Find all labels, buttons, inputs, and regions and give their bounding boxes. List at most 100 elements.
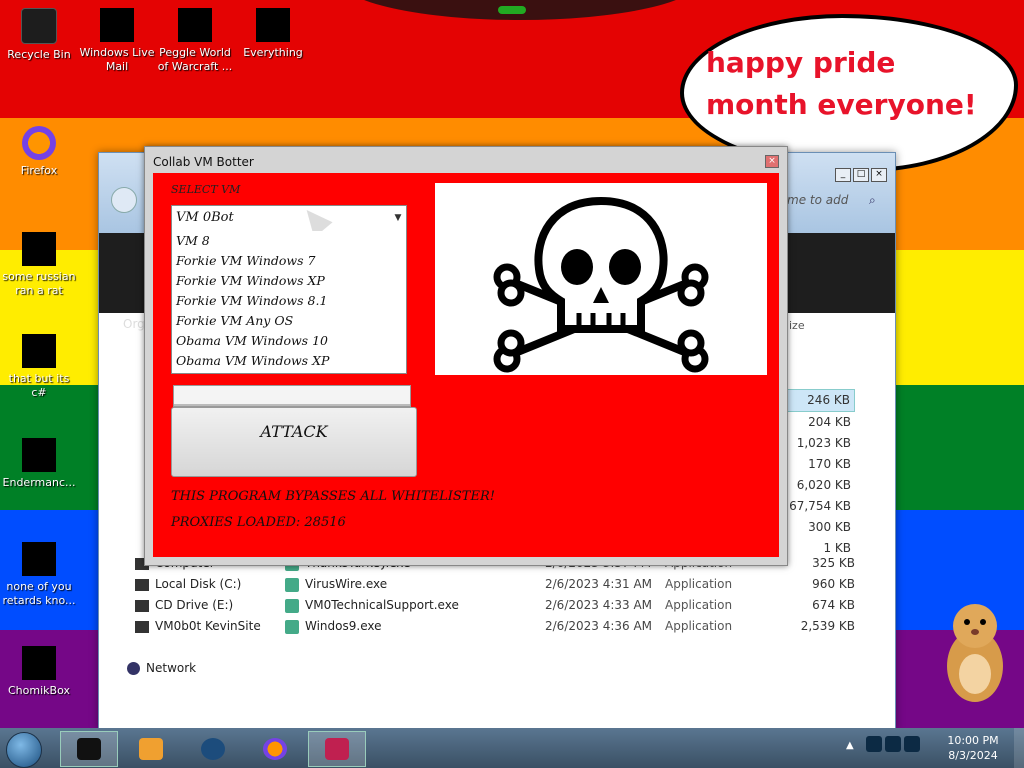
file-type: Application [665, 619, 733, 633]
close-icon[interactable]: × [765, 155, 779, 168]
desktop-icon-label: ChomikBox [8, 684, 70, 697]
vm-select[interactable]: VM 0Bot ▼ [171, 205, 407, 233]
maximize-icon[interactable]: □ [853, 168, 869, 182]
attack-button[interactable]: ATTACK [171, 407, 417, 477]
desktop-icon-chomikbox[interactable]: ChomikBox [0, 646, 78, 698]
collab-vm-botter-window[interactable]: Collab VM Botter × SELECT VM VM 0Bot ▼ V… [144, 146, 788, 566]
file-type: Application [665, 577, 733, 591]
media-player-icon [139, 738, 163, 760]
window-title: Collab VM Botter [153, 155, 254, 169]
select-vm-label: SELECT VM [171, 183, 241, 196]
nav-item-cd-drive[interactable]: CD Drive (E:) [135, 595, 233, 616]
desktop-icon-recycle-bin[interactable]: Recycle Bin [0, 8, 78, 62]
file-name[interactable]: VirusWire.exe [285, 574, 387, 595]
skull-image-panel [435, 183, 767, 375]
tray-expand-icon[interactable]: ▲ [846, 740, 854, 751]
desktop-icon-label: that but its c# [8, 372, 70, 399]
desktop-icon-windows-live-mail[interactable]: Windows Live Mail [78, 8, 156, 74]
file-size: 2,539 KB [800, 619, 855, 633]
network-icon [127, 662, 140, 675]
game-icon [178, 8, 212, 42]
app-icon [22, 542, 56, 576]
taskbar-item-media-player[interactable] [122, 731, 180, 767]
nav-item-local-disk[interactable]: Local Disk (C:) [135, 574, 241, 595]
desktop-icon-csharp[interactable]: that but its c# [0, 334, 78, 400]
app-icon [325, 738, 349, 760]
minimize-icon[interactable]: _ [835, 168, 851, 182]
close-icon[interactable]: × [871, 168, 887, 182]
file-date: 2/6/2023 4:31 AM [545, 577, 653, 591]
selected-vm: VM 0Bot [176, 210, 234, 225]
taskbar-item-globe[interactable] [184, 731, 242, 767]
start-button[interactable] [6, 732, 42, 768]
app-icon [22, 646, 56, 680]
desktop-icon-russian-rat[interactable]: some russian ran a rat [0, 232, 78, 298]
vm-options-list: VM 8 Forkie VM Windows 7 Forkie VM Windo… [171, 231, 407, 374]
app-icon [22, 232, 56, 266]
volume-tray-icon[interactable] [885, 736, 901, 752]
file-date: 2/6/2023 4:36 AM [545, 619, 653, 633]
bypass-warning-text: THIS PROGRAM BYPASSES ALL WHITELISTER! [171, 489, 495, 504]
folder-icon [77, 738, 101, 760]
taskbar-item-explorer[interactable] [60, 731, 118, 767]
clock-date: 8/3/2024 [948, 749, 998, 762]
firefox-icon [263, 738, 287, 760]
nav-item-network[interactable]: Network [127, 661, 196, 675]
size-column-header[interactable]: ize [789, 319, 805, 332]
cd-drive-icon [135, 599, 149, 612]
desktop-icon-peggle[interactable]: Peggle World of Warcraft ... [156, 8, 234, 74]
app-icon [22, 438, 56, 472]
file-name-text: VirusWire.exe [305, 577, 388, 591]
skull-crossbones-icon [493, 196, 709, 373]
search-input[interactable]: me to add [787, 193, 848, 207]
table-row[interactable]: Local Disk (C:) VirusWire.exe 2/6/2023 4… [99, 574, 895, 595]
desktop-icon-label: Recycle Bin [7, 48, 71, 61]
taskbar-item-collab-vm-botter[interactable] [308, 731, 366, 767]
exe-icon [285, 619, 299, 634]
file-type: Application [665, 598, 733, 612]
desktop-icon-none-of-you[interactable]: none of you retards kno... [0, 542, 78, 608]
desktop-icon-label: some russian ran a rat [2, 270, 76, 297]
desktop-icon-label: none of you retards kno... [2, 580, 76, 607]
speech-bubble-text: happy pride month everyone! [706, 46, 977, 121]
back-button[interactable] [111, 187, 137, 213]
progress-bar [173, 385, 411, 407]
file-name-text: VM0TechnicalSupport.exe [305, 598, 459, 612]
clock[interactable]: 10:00 PM 8/3/2024 [938, 733, 1008, 763]
action-center-icon[interactable] [904, 736, 920, 752]
nav-label: VM0b0t KevinSite [155, 619, 261, 633]
network-tray-icon[interactable] [866, 736, 882, 752]
file-name[interactable]: Windos9.exe [285, 616, 382, 637]
vm-option[interactable]: Obama VM Windows 10 [172, 331, 406, 351]
proxies-loaded-text: PROXIES LOADED: 28516 [171, 515, 346, 530]
vm-option[interactable]: Forkie VM Windows 8.1 [172, 291, 406, 311]
table-row[interactable]: VM0b0t KevinSite Windos9.exe 2/6/2023 4:… [99, 616, 895, 637]
vm-option[interactable]: Obama VM Windows XP [172, 351, 406, 371]
chevron-down-icon[interactable]: ▼ [392, 209, 404, 227]
desktop-icon-firefox[interactable]: Firefox [0, 126, 78, 178]
nav-label: CD Drive (E:) [155, 598, 234, 612]
taskbar-item-firefox[interactable] [246, 731, 304, 767]
vm-option[interactable]: Forkie VM Windows 7 [172, 251, 406, 271]
nav-item-kevinsite[interactable]: VM0b0t KevinSite [135, 616, 261, 637]
vm-option[interactable]: Forkie VM Windows XP [172, 271, 406, 291]
organize-button[interactable]: Org [123, 317, 145, 331]
file-name[interactable]: VM0TechnicalSupport.exe [285, 595, 459, 616]
show-desktop-button[interactable] [1014, 728, 1024, 768]
search-icon[interactable]: ⌕ [869, 193, 876, 208]
nav-label: Local Disk (C:) [155, 577, 242, 591]
desktop-icon-label: Endermanc... [2, 476, 76, 489]
file-name-text: Windos9.exe [305, 619, 382, 633]
desktop-icon-label: Windows Live Mail [79, 46, 155, 73]
hamster-image [947, 604, 1003, 702]
desktop-icon-endermanc[interactable]: Endermanc... [0, 438, 78, 490]
nav-label: Network [146, 661, 197, 675]
vm-option[interactable]: VM 8 [172, 231, 406, 251]
vm-option[interactable]: Forkie VM Any OS [172, 311, 406, 331]
table-row[interactable]: CD Drive (E:) VM0TechnicalSupport.exe 2/… [99, 595, 895, 616]
desktop-icon-label: Everything [243, 46, 303, 59]
system-tray [866, 736, 926, 760]
dialog-body: SELECT VM VM 0Bot ▼ VM 8 Forkie VM Windo… [153, 173, 779, 557]
file-size: 674 KB [812, 598, 855, 612]
desktop-icon-everything[interactable]: Everything [234, 8, 312, 60]
